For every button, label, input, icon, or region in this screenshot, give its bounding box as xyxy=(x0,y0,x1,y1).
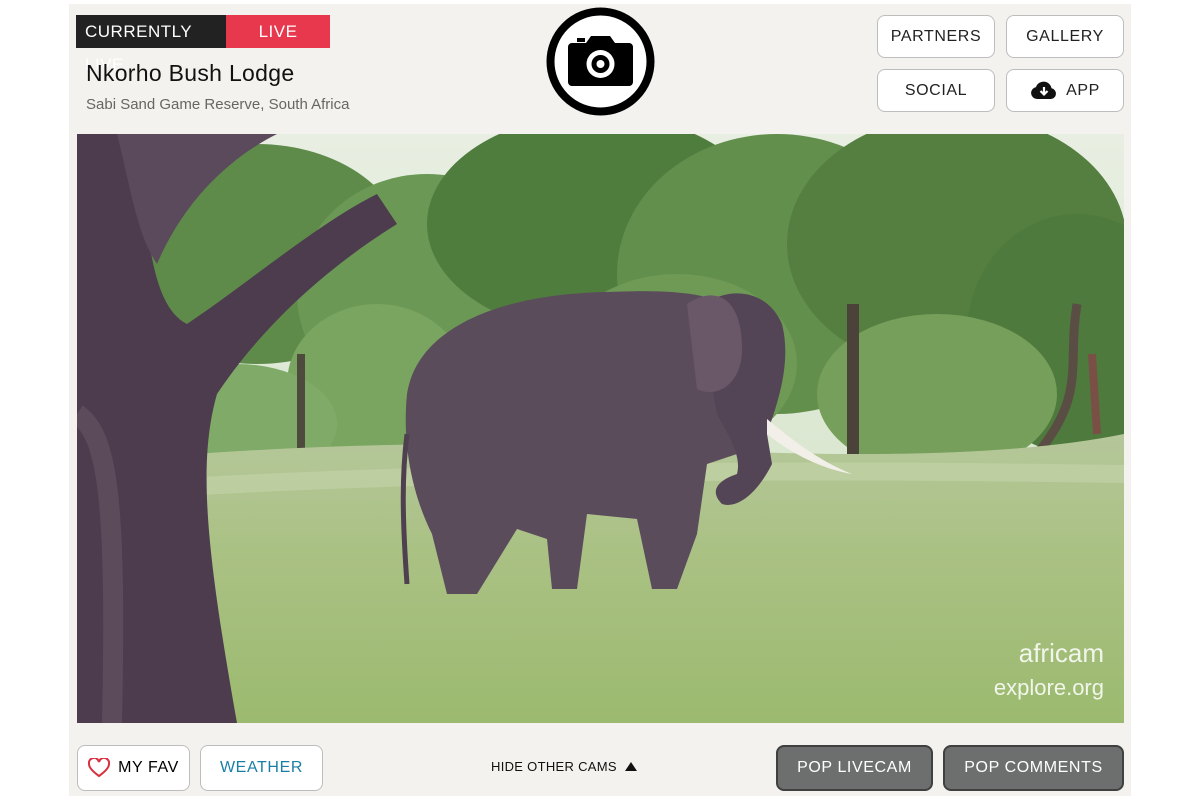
triangle-up-icon xyxy=(624,762,637,771)
currently-live-label: CURRENTLY LIVE xyxy=(76,15,226,74)
gallery-label: GALLERY xyxy=(1026,27,1104,45)
camera-logo-icon[interactable] xyxy=(546,7,655,116)
partners-button[interactable]: PARTNERS xyxy=(877,15,995,58)
partners-label: PARTNERS xyxy=(890,27,982,45)
live-status-badge: CURRENTLY LIVE LIVE xyxy=(76,15,330,74)
my-fav-label: MY FAV xyxy=(118,759,179,776)
africam-watermark: africam xyxy=(1018,638,1104,668)
weather-label: WEATHER xyxy=(219,759,303,776)
cloud-download-icon xyxy=(1031,81,1057,99)
heart-icon xyxy=(88,758,111,778)
app-button[interactable]: APP xyxy=(1006,69,1124,112)
explore-watermark: explore.org xyxy=(993,675,1104,700)
pop-comments-label: POP COMMENTS xyxy=(964,759,1103,776)
pop-comments-button[interactable]: POP COMMENTS xyxy=(943,745,1124,791)
live-badge: LIVE xyxy=(226,15,330,48)
hide-other-cams-toggle[interactable]: HIDE OTHER CAMS xyxy=(491,759,637,774)
pop-livecam-button[interactable]: POP LIVECAM xyxy=(776,745,933,791)
weather-button[interactable]: WEATHER xyxy=(200,745,323,791)
app-label: APP xyxy=(1066,81,1100,99)
hide-other-cams-label: HIDE OTHER CAMS xyxy=(491,759,617,774)
location-subtitle: Sabi Sand Game Reserve, South Africa xyxy=(86,96,350,113)
pop-livecam-label: POP LIVECAM xyxy=(797,759,912,776)
live-video-player[interactable]: africam explore.org xyxy=(77,134,1124,723)
gallery-button[interactable]: GALLERY xyxy=(1006,15,1124,58)
page-title: Nkorho Bush Lodge xyxy=(86,60,295,86)
social-button[interactable]: SOCIAL xyxy=(877,69,995,112)
social-label: SOCIAL xyxy=(904,81,968,99)
my-fav-button[interactable]: MY FAV xyxy=(77,745,190,791)
video-frame xyxy=(77,134,1124,723)
